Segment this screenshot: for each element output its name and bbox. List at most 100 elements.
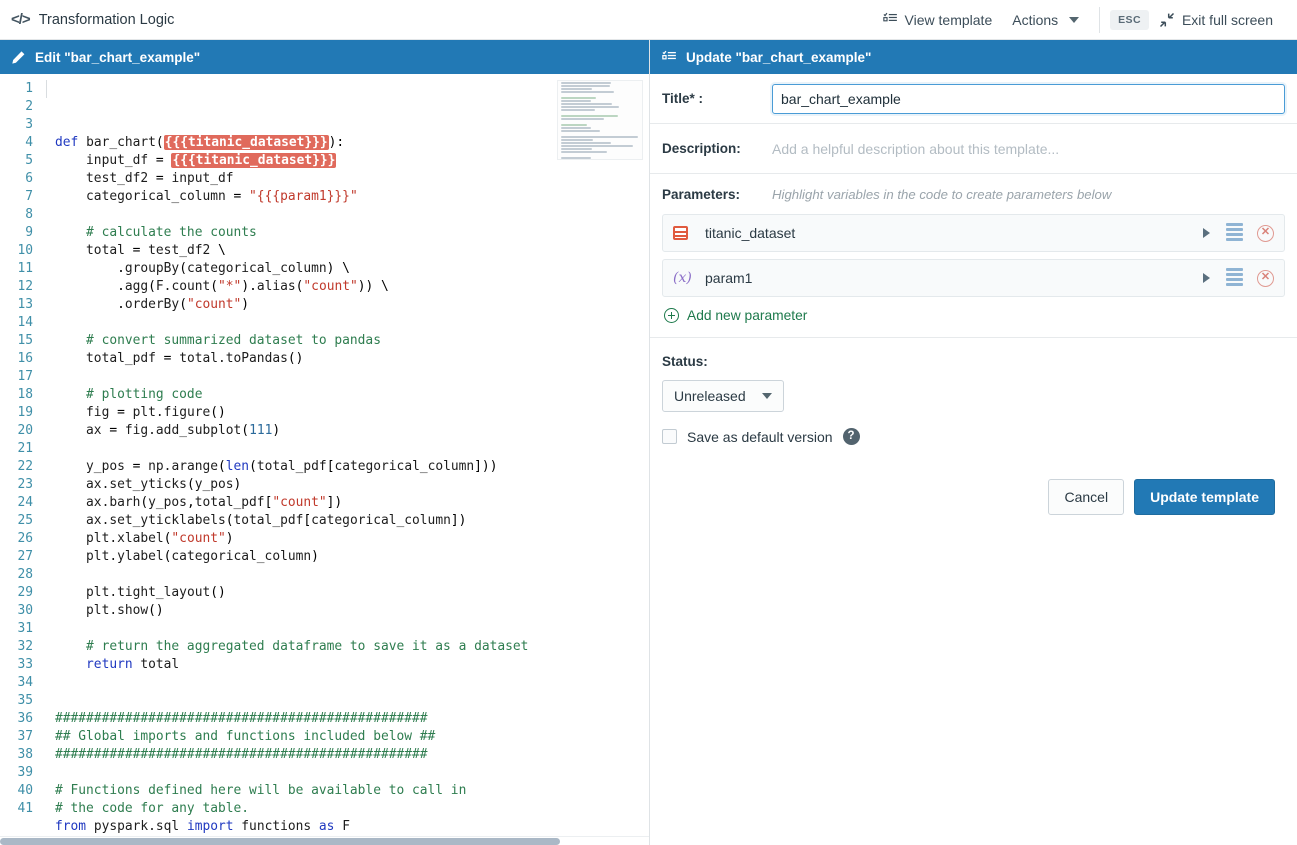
line-number: 8	[25, 207, 33, 222]
title-row: Title* :	[650, 74, 1297, 124]
parameter-name: param1	[705, 270, 753, 286]
minimap-line	[561, 100, 591, 102]
parameter-row-param1[interactable]: (x) param1 ✕	[662, 259, 1285, 297]
code-text-area[interactable]: def bar_chart({{{titanic_dataset}}}): in…	[42, 80, 649, 845]
description-input-placeholder[interactable]: Add a helpful description about this tem…	[772, 141, 1285, 157]
line-number: 3	[25, 117, 33, 132]
reorder-lines-icon[interactable]	[1226, 223, 1243, 243]
parameters-header-row: Parameters: Highlight variables in the c…	[650, 174, 1297, 214]
delete-parameter-icon[interactable]: ✕	[1257, 224, 1274, 242]
line-number: 26	[17, 531, 33, 546]
editor-panel-title: Edit "bar_chart_example"	[35, 49, 201, 65]
minimap-line	[561, 97, 597, 99]
line-number: 36	[17, 711, 33, 726]
code-line: # Functions defined here will be availab…	[55, 783, 467, 798]
code-editor[interactable]: 1 2 3 4 5 6 7 8 9 10 11 12 13 14 15 16 17 18 19 20 21 22 23 24 2…	[0, 74, 649, 845]
top-toolbar: </> Transformation Logic View template A…	[0, 0, 1297, 40]
line-number: 7	[25, 189, 33, 204]
minimap-line	[561, 124, 587, 126]
title-input[interactable]	[772, 83, 1285, 114]
code-line: .orderBy("count")	[55, 297, 250, 312]
horizontal-scrollbar[interactable]	[0, 836, 649, 845]
minimap-line	[561, 142, 611, 144]
expand-arrow-icon[interactable]	[1203, 228, 1210, 238]
code-line: total_pdf = total.toPandas()	[86, 351, 304, 366]
code-line: # the code for any table.	[55, 801, 250, 816]
view-template-button[interactable]: View template	[873, 8, 1003, 32]
parameters-list: titanic_dataset ✕ (x) param1 ✕ Add new p…	[650, 214, 1297, 338]
minimap-line	[561, 136, 638, 138]
code-line: plt.xlabel("count")	[86, 531, 234, 546]
minimap-line	[561, 130, 601, 132]
line-number: 6	[25, 171, 33, 186]
update-panel-header: Update "bar_chart_example"	[650, 40, 1297, 74]
line-number: 28	[17, 567, 33, 582]
line-number: 14	[17, 315, 33, 330]
code-line: from pyspark.sql import functions as F	[55, 819, 350, 834]
minimap-line	[561, 103, 613, 105]
add-new-parameter-button[interactable]: Add new parameter	[662, 304, 1285, 331]
minimap-line	[561, 85, 610, 87]
code-line: .agg(F.count("*").alias("count")) \	[55, 279, 389, 294]
parameter-name: titanic_dataset	[705, 225, 796, 241]
description-row[interactable]: Description: Add a helpful description a…	[650, 124, 1297, 174]
line-number: 5	[25, 153, 33, 168]
cancel-button[interactable]: Cancel	[1048, 479, 1125, 515]
add-new-parameter-label: Add new parameter	[687, 308, 808, 323]
code-line: ## Global imports and functions included…	[55, 729, 436, 744]
code-line: ax.barh(y_pos,total_pdf["count"])	[86, 495, 343, 510]
parameters-label: Parameters:	[662, 186, 741, 202]
line-number: 4	[25, 135, 33, 150]
code-line: # plotting code	[55, 387, 203, 402]
exit-fullscreen-button[interactable]: Exit full screen	[1159, 8, 1283, 32]
code-line: y_pos = np.arange(len(total_pdf[categori…	[86, 459, 498, 474]
line-number: 1	[25, 81, 33, 96]
line-number: 39	[17, 765, 33, 780]
line-number: 34	[17, 675, 33, 690]
line-number: 31	[17, 621, 33, 636]
page-title: Transformation Logic	[38, 11, 175, 28]
line-number: 25	[17, 513, 33, 528]
save-as-default-checkbox[interactable]	[662, 429, 677, 444]
parameter-row-titanic-dataset[interactable]: titanic_dataset ✕	[662, 214, 1285, 252]
update-template-button[interactable]: Update template	[1134, 479, 1275, 515]
minimap-line	[561, 106, 620, 108]
actions-label: Actions	[1012, 11, 1059, 28]
code-line: test_df2 = input_df	[86, 171, 234, 186]
reorder-lines-icon[interactable]	[1226, 268, 1243, 288]
line-number: 12	[17, 279, 33, 294]
expand-arrow-icon[interactable]	[1203, 273, 1210, 283]
line-number: 10	[17, 243, 33, 258]
minimap-line	[561, 82, 611, 84]
minimap-line	[561, 151, 607, 153]
code-line: total = test_df2 \	[86, 243, 226, 258]
line-number: 2	[25, 99, 33, 114]
line-number: 17	[17, 369, 33, 384]
topbar-left-group: </> Transformation Logic	[0, 12, 174, 28]
help-icon[interactable]: ?	[842, 428, 860, 445]
pencil-icon	[12, 50, 25, 64]
title-label: Title* :	[662, 91, 704, 106]
code-line: ax.set_yticklabels(total_pdf[categorical…	[86, 513, 467, 528]
form-action-buttons: Cancel Update template	[662, 445, 1285, 515]
minimap-line	[561, 115, 618, 117]
line-number: 30	[17, 603, 33, 618]
line-number: 15	[17, 333, 33, 348]
chevron-down-icon	[1069, 16, 1080, 23]
delete-parameter-icon[interactable]: ✕	[1257, 269, 1274, 287]
description-label: Description:	[662, 141, 741, 156]
minimap-line	[561, 148, 593, 150]
status-section: Status: Unreleased Save as default versi…	[650, 338, 1297, 515]
toolbar-divider	[1099, 6, 1101, 33]
line-number: 41	[17, 801, 33, 816]
code-minimap[interactable]	[557, 80, 643, 160]
status-label: Status:	[662, 354, 708, 369]
save-as-default-label: Save as default version	[687, 428, 833, 445]
code-line: fig = plt.figure()	[86, 405, 226, 420]
actions-menu-button[interactable]: Actions	[1002, 8, 1089, 32]
status-dropdown[interactable]: Unreleased	[662, 380, 784, 412]
line-number: 16	[17, 351, 33, 366]
